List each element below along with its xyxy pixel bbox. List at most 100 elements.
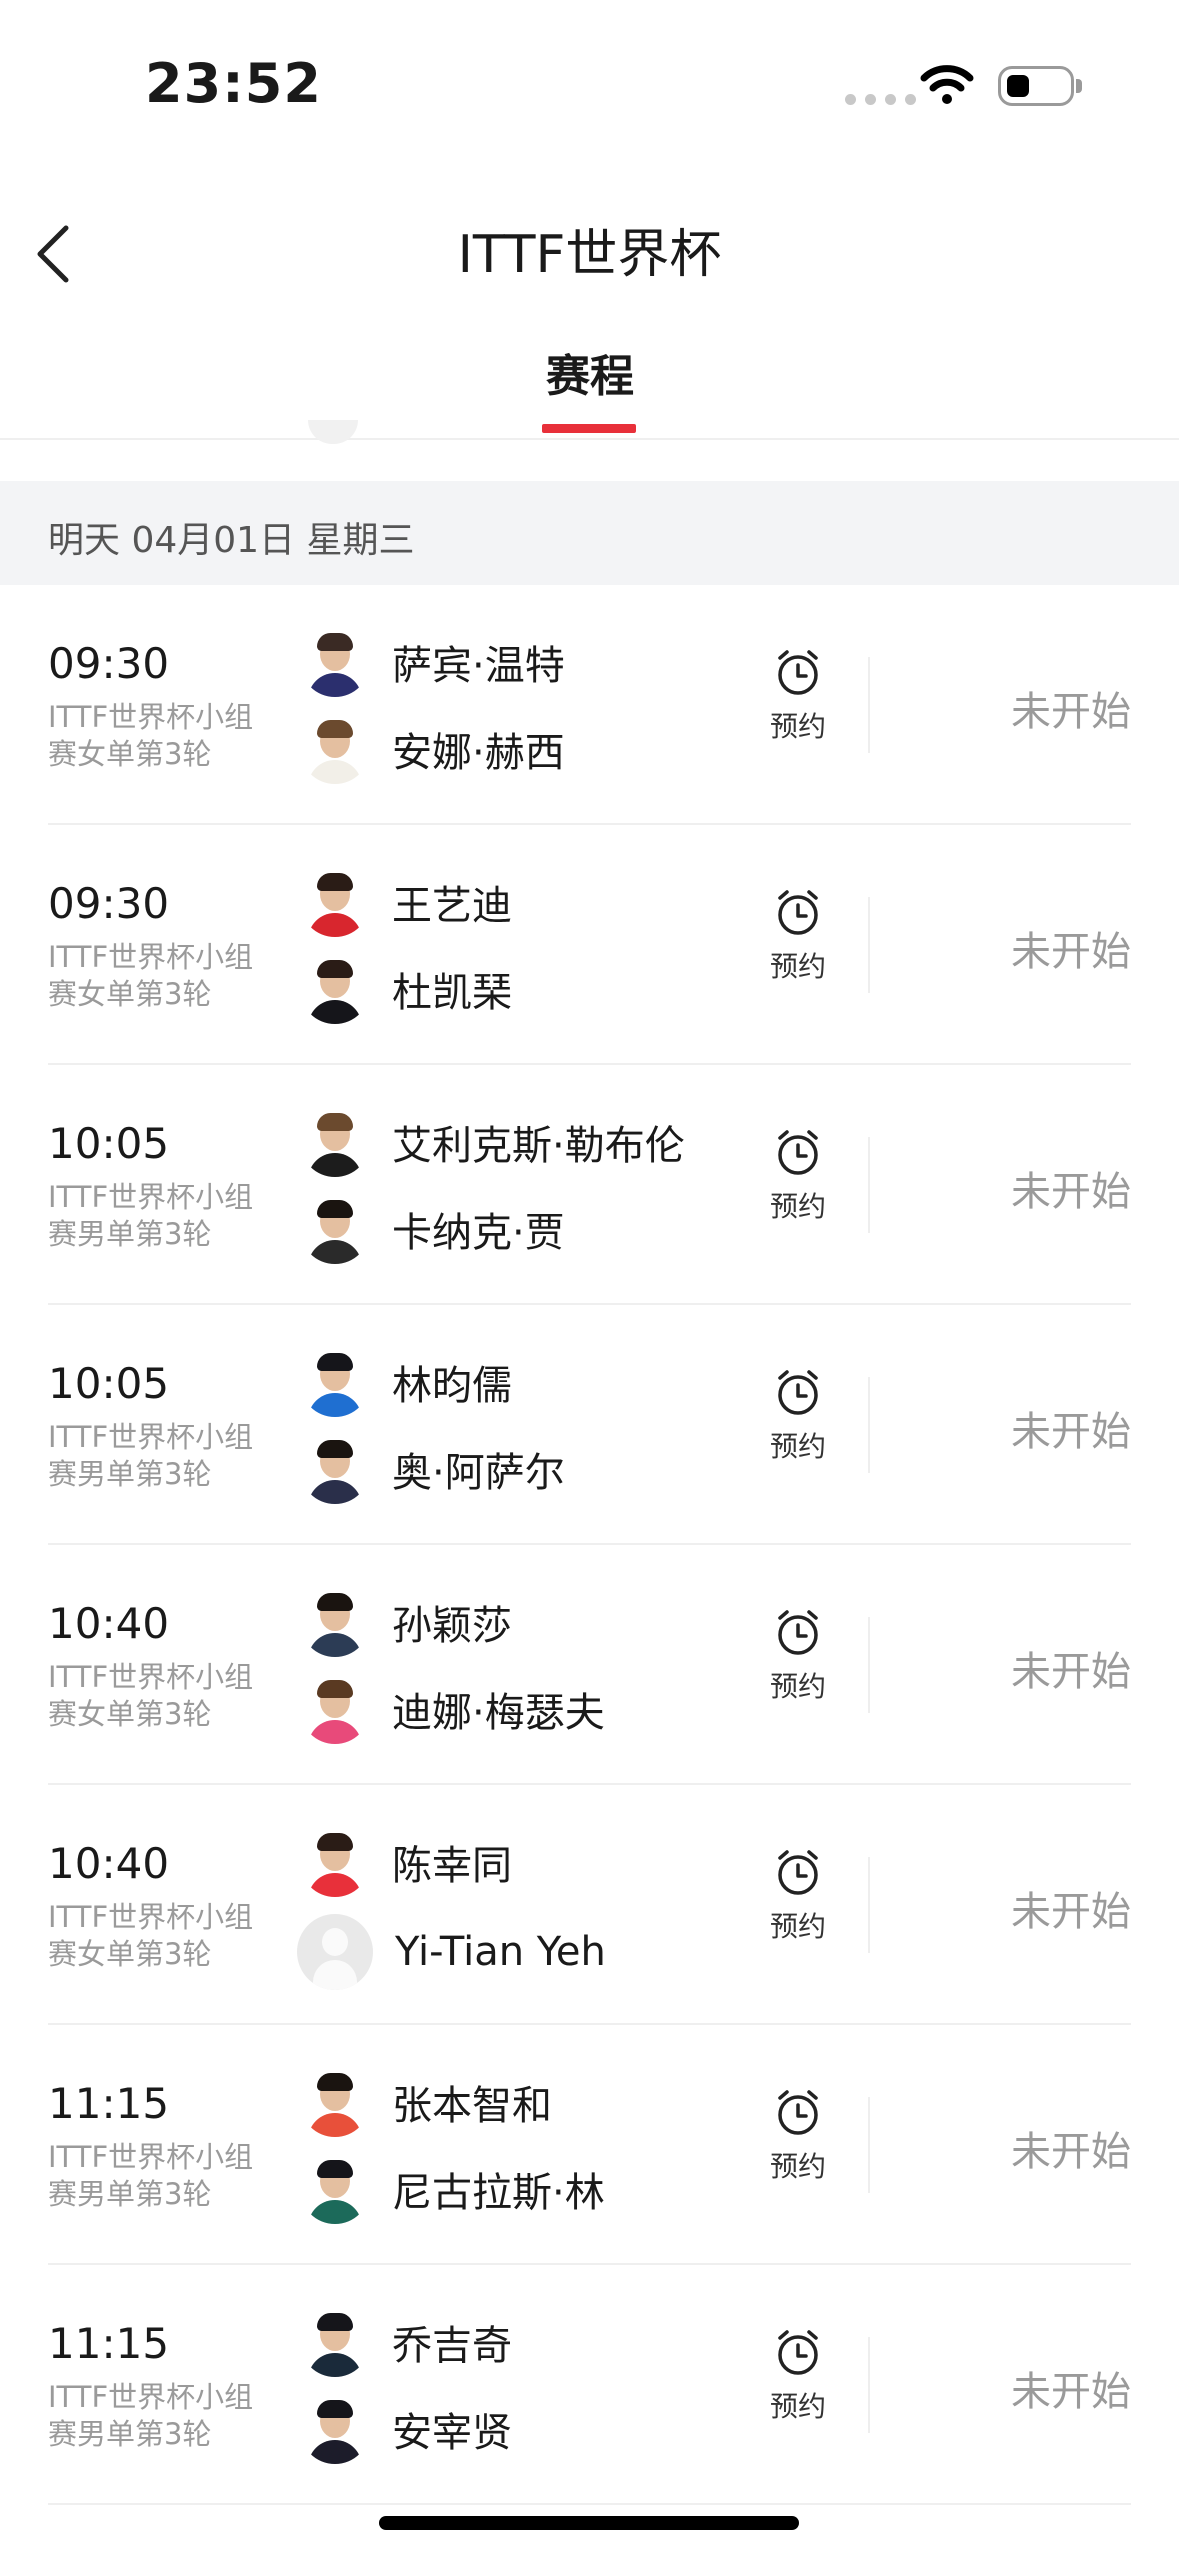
reserve-label: 预约 <box>769 2150 826 2183</box>
player-name: 奥·阿萨尔 <box>392 1450 565 1496</box>
match-time: 09:30 <box>48 879 170 928</box>
reserve-button[interactable]: 预约 <box>760 645 836 745</box>
player-name: 萨宾·温特 <box>392 643 565 689</box>
alarm-clock-icon <box>778 1130 818 1175</box>
player-1[interactable]: 张本智和 <box>300 2067 552 2137</box>
match-time: 10:40 <box>48 1839 170 1888</box>
player-1[interactable]: 陈幸同 <box>300 1827 512 1897</box>
reserve-label: 预约 <box>769 950 826 983</box>
match-row[interactable]: 11:15 ITTF世界杯小组赛男单第3轮 乔吉奇安宰贤 预约 未开始 <box>0 2265 1179 2505</box>
player-name: 王艺迪 <box>392 883 512 929</box>
alarm-clock-icon <box>778 1370 818 1415</box>
match-status: 未开始 <box>1011 1649 1131 1695</box>
match-event: ITTF世界杯小组赛女单第3轮 <box>48 940 254 1011</box>
player-name: 乔吉奇 <box>392 2323 512 2369</box>
player-2[interactable]: 尼古拉斯·林 <box>300 2154 605 2224</box>
player-1[interactable]: 乔吉奇 <box>300 2307 512 2377</box>
match-row[interactable]: 09:30 ITTF世界杯小组赛女单第3轮 王艺迪杜凯琹 预约 未开始 <box>0 825 1179 1065</box>
reserve-button[interactable]: 预约 <box>760 2085 836 2185</box>
cellular-signal-icon <box>845 94 916 105</box>
reserve-button[interactable]: 预约 <box>760 1125 836 1225</box>
status-bar: 23:52 <box>0 0 1179 170</box>
player-avatar <box>300 1674 370 1744</box>
match-row[interactable]: 10:40 ITTF世界杯小组赛女单第3轮 孙颖莎 迪娜·梅瑟夫 预约 未开始 <box>0 1545 1179 1785</box>
avatar <box>308 420 358 444</box>
match-event: ITTF世界杯小组赛男单第3轮 <box>48 1180 254 1251</box>
player-2[interactable]: Yi-Tian Yeh <box>297 1914 606 1990</box>
player-name: 张本智和 <box>392 2083 552 2129</box>
alarm-clock-icon <box>778 650 818 695</box>
player-name: 卡纳克·贾 <box>392 1210 565 1256</box>
reserve-button[interactable]: 预约 <box>760 1605 836 1705</box>
player-1[interactable]: 王艺迪 <box>300 867 512 937</box>
match-status: 未开始 <box>1011 1409 1131 1455</box>
home-indicator <box>379 2516 799 2530</box>
player-2[interactable]: 卡纳克·贾 <box>300 1194 565 1264</box>
player-avatar <box>300 1434 370 1504</box>
player-1[interactable]: 萨宾·温特 <box>300 627 565 697</box>
match-event: ITTF世界杯小组赛男单第3轮 <box>48 2140 254 2211</box>
match-time: 11:15 <box>48 2079 170 2128</box>
player-2[interactable]: 奥·阿萨尔 <box>300 1434 565 1504</box>
match-list: 09:30 ITTF世界杯小组赛女单第3轮 萨宾·温特 安娜·赫西 预约 未开始 09:30… <box>0 585 1179 2505</box>
match-status: 未开始 <box>1011 1889 1131 1935</box>
player-avatar <box>300 2307 370 2377</box>
alarm-clock-icon <box>778 2090 818 2135</box>
player-name: 迪娜·梅瑟夫 <box>392 1690 605 1736</box>
match-event: ITTF世界杯小组赛男单第3轮 <box>48 2380 254 2451</box>
match-event: ITTF世界杯小组赛男单第3轮 <box>48 1420 254 1491</box>
match-time: 10:05 <box>48 1359 170 1408</box>
reserve-label: 预约 <box>769 1190 826 1223</box>
reserve-label: 预约 <box>769 1670 826 1703</box>
player-2[interactable]: 杜凯琹 <box>300 954 512 1024</box>
reserve-button[interactable]: 预约 <box>760 2325 836 2425</box>
player-avatar <box>300 714 370 784</box>
reserve-label: 预约 <box>769 710 826 743</box>
match-status: 未开始 <box>1011 1169 1131 1215</box>
alarm-clock-icon <box>778 1610 818 1655</box>
reserve-label: 预约 <box>769 2390 826 2423</box>
date-section-header: 明天 04月01日 星期三 <box>0 481 1179 585</box>
player-2[interactable]: 安娜·赫西 <box>300 714 565 784</box>
player-avatar <box>300 2154 370 2224</box>
tab-schedule[interactable]: 赛程 <box>500 340 680 404</box>
player-2[interactable]: 迪娜·梅瑟夫 <box>300 1674 605 1744</box>
player-name: 安宰贤 <box>392 2410 512 2456</box>
battery-icon <box>998 66 1082 106</box>
player-avatar <box>300 1107 370 1177</box>
wifi-icon <box>920 65 974 104</box>
match-row[interactable]: 10:05 ITTF世界杯小组赛男单第3轮 林昀儒奥·阿萨尔 预约 未开始 <box>0 1305 1179 1545</box>
page-title: ITTF世界杯 <box>457 225 722 285</box>
match-row[interactable]: 11:15 ITTF世界杯小组赛男单第3轮 张本智和尼古拉斯·林 预约 未开始 <box>0 2025 1179 2265</box>
row-divider <box>48 2503 1131 2505</box>
tab-bar: 赛程 <box>0 320 1179 440</box>
divider <box>868 2097 870 2193</box>
player-name: 安娜·赫西 <box>392 730 565 776</box>
player-name: 孙颖莎 <box>392 1603 512 1649</box>
reserve-button[interactable]: 预约 <box>760 1365 836 1465</box>
player-name: 尼古拉斯·林 <box>392 2170 605 2216</box>
player-avatar <box>300 954 370 1024</box>
player-name: 杜凯琹 <box>392 970 512 1016</box>
match-time: 11:15 <box>48 2319 170 2368</box>
player-avatar <box>300 1587 370 1657</box>
divider <box>868 897 870 993</box>
match-status: 未开始 <box>1011 929 1131 975</box>
player-avatar <box>300 1827 370 1897</box>
player-name: Yi-Tian Yeh <box>395 1929 606 1975</box>
player-1[interactable]: 孙颖莎 <box>300 1587 512 1657</box>
divider <box>868 1617 870 1713</box>
match-row[interactable]: 09:30 ITTF世界杯小组赛女单第3轮 萨宾·温特 安娜·赫西 预约 未开始 <box>0 585 1179 825</box>
match-time: 10:40 <box>48 1599 170 1648</box>
player-avatar <box>300 1347 370 1417</box>
divider <box>868 1377 870 1473</box>
match-status: 未开始 <box>1011 2129 1131 2175</box>
match-row[interactable]: 10:40 ITTF世界杯小组赛女单第3轮 陈幸同 Yi-Tian Yeh 预约 未开始 <box>0 1785 1179 2025</box>
reserve-button[interactable]: 预约 <box>760 1845 836 1945</box>
match-row[interactable]: 10:05 ITTF世界杯小组赛男单第3轮 艾利克斯·勒布伦 卡纳克·贾 预约 未开始 <box>0 1065 1179 1305</box>
player-1[interactable]: 林昀儒 <box>300 1347 512 1417</box>
reserve-button[interactable]: 预约 <box>760 885 836 985</box>
player-1[interactable]: 艾利克斯·勒布伦 <box>300 1107 685 1177</box>
match-status: 未开始 <box>1011 2369 1131 2415</box>
player-2[interactable]: 安宰贤 <box>300 2394 512 2464</box>
